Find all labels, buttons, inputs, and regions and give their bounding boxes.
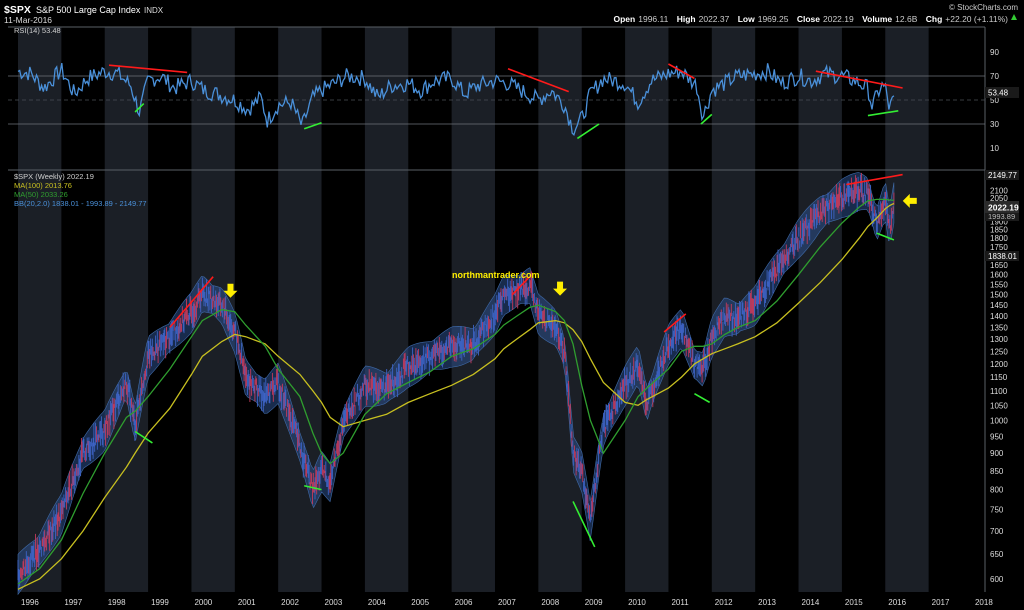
rsi-current-value: 53.48 [988, 89, 1009, 98]
x-tick-label: 2008 [541, 598, 559, 607]
price-tick-label: 1150 [990, 373, 1008, 382]
price-tick-label: 1100 [990, 387, 1008, 396]
bb-lower-value: 1838.01 [988, 252, 1017, 261]
ohlc-quote-line: Open 1996.11 High 2022.37 Low 1969.25 Close… [614, 14, 1009, 24]
x-tick-label: 1998 [108, 598, 126, 607]
year-band [798, 27, 842, 592]
close-price-value: 2022.19 [988, 203, 1019, 213]
up-arrow-icon [1011, 14, 1017, 20]
price-tick-label: 1600 [990, 271, 1008, 280]
price-tick-label: 1350 [990, 323, 1008, 332]
stockcharts-brand: © StockCharts.com [949, 3, 1018, 12]
price-tick-label: 1800 [990, 234, 1008, 243]
price-tick-label: 850 [990, 467, 1004, 476]
low-label: Low [738, 14, 755, 24]
chart-date: 11-Mar-2016 [4, 15, 52, 25]
x-tick-label: 2004 [368, 598, 386, 607]
x-tick-label: 2015 [845, 598, 863, 607]
price-tick-label: 2100 [990, 186, 1008, 195]
legend-bb: BB(20,2.0) 1838.01 - 1993.89 - 2149.77 [14, 199, 147, 208]
x-tick-label: 2016 [888, 598, 906, 607]
rsi-tick-label: 90 [990, 48, 999, 57]
x-tick-label: 2000 [194, 598, 212, 607]
volume-label: Volume [862, 14, 892, 24]
x-tick-label: 2014 [802, 598, 820, 607]
watermark-text: northmantrader.com [452, 270, 540, 280]
price-tick-label: 1000 [990, 416, 1008, 425]
x-tick-label: 2010 [628, 598, 646, 607]
x-tick-label: 2018 [975, 598, 993, 607]
x-tick-label: 2011 [671, 598, 689, 607]
price-tick-label: 1450 [990, 301, 1008, 310]
open-value: 1996.11 [638, 14, 668, 24]
year-band [625, 27, 669, 592]
bb-middle-value: 1993.89 [988, 212, 1015, 221]
price-panel: 600 650 700 750 800 850 900 950 1000 1050 1100 1150… [14, 170, 1019, 607]
high-label: High [677, 14, 696, 24]
price-tick-label: 1300 [990, 335, 1008, 344]
close-label: Close [797, 14, 820, 24]
year-band [364, 27, 409, 592]
price-bullish-trendline [694, 393, 711, 404]
year-band [104, 27, 149, 592]
close-value: 2022.19 [823, 14, 854, 24]
bb-upper-value: 2149.77 [988, 171, 1017, 180]
x-tick-label: 1999 [151, 598, 169, 607]
legend-price: $SPX (Weekly) 2022.19 [14, 172, 94, 181]
price-tick-label: 1050 [990, 401, 1008, 410]
rsi-tick-label: 30 [990, 120, 999, 129]
exchange-label: INDX [144, 6, 164, 15]
x-tick-label: 2007 [498, 598, 516, 607]
price-tick-label: 1400 [990, 312, 1008, 321]
year-band [278, 27, 322, 592]
low-value: 1969.25 [758, 14, 789, 24]
x-tick-label: 1997 [64, 598, 82, 607]
legend-ma100: MA(100) 2013.76 [14, 181, 72, 190]
change-value: +22.20 (+1.11%) [945, 14, 1008, 24]
price-tick-label: 1650 [990, 261, 1008, 270]
price-tick-label: 600 [990, 575, 1004, 584]
x-tick-label: 2013 [758, 598, 776, 607]
rsi-legend: RSI(14) 53.48 [14, 26, 61, 35]
rsi-tick-label: 70 [990, 72, 999, 81]
price-tick-label: 1550 [990, 281, 1008, 290]
x-tick-label: 2003 [325, 598, 343, 607]
x-tick-label: 2006 [455, 598, 473, 607]
price-tick-label: 650 [990, 550, 1004, 559]
x-tick-label: 2005 [411, 598, 429, 607]
x-tick-label: 2002 [281, 598, 299, 607]
price-tick-label: 1850 [990, 226, 1008, 235]
x-tick-label: 2001 [238, 598, 256, 607]
change-label: Chg [926, 14, 943, 24]
price-tick-label: 900 [990, 449, 1004, 458]
index-name: S&P 500 Large Cap Index [36, 5, 141, 15]
x-tick-label: 2009 [585, 598, 603, 607]
price-tick-label: 700 [990, 527, 1004, 536]
price-tick-label: 1500 [990, 291, 1008, 300]
x-tick-label: 2012 [715, 598, 733, 607]
legend-ma50: MA(50) 2033.26 [14, 190, 68, 199]
price-tick-label: 1750 [990, 243, 1008, 252]
price-tick-label: 950 [990, 432, 1004, 441]
x-tick-label: 1996 [21, 598, 39, 607]
price-tick-label: 750 [990, 506, 1004, 515]
open-label: Open [614, 14, 636, 24]
high-value: 2022.37 [699, 14, 730, 24]
price-tick-label: 1250 [990, 347, 1008, 356]
volume-value: 12.6B [895, 14, 918, 24]
stock-chart: $SPX S&P 500 Large Cap Index INDX 11-Mar… [4, 3, 1019, 607]
price-tick-label: 800 [990, 486, 1004, 495]
price-tick-label: 1200 [990, 360, 1008, 369]
rsi-tick-label: 10 [990, 144, 999, 153]
x-tick-label: 2017 [932, 598, 950, 607]
